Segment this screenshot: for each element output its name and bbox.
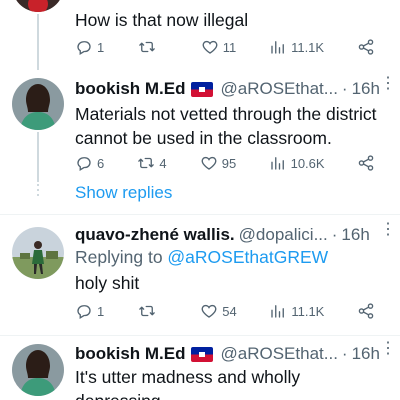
views-icon — [271, 305, 285, 318]
like-count: 11 — [222, 39, 237, 55]
tweet-2[interactable]: quavo-zhené wallis. @dopalici... · 16h ⋮… — [0, 215, 400, 335]
more-icon[interactable]: ⋮ — [380, 222, 396, 238]
username[interactable]: @aROSEthat... — [221, 79, 338, 99]
tweet-actions: 6 4 95 10.6K — [75, 152, 387, 174]
tweet-actions: 1 54 11.1K — [75, 300, 387, 322]
tweet-header: quavo-zhené wallis. @dopalici... · 16h — [75, 224, 386, 246]
timestamp[interactable]: 16h — [352, 79, 380, 99]
display-name[interactable]: quavo-zhené wallis. — [75, 225, 235, 245]
avatar[interactable] — [12, 78, 64, 130]
avatar[interactable] — [12, 227, 64, 279]
reply-icon — [77, 305, 91, 319]
reply-count: 1 — [97, 303, 105, 319]
haiti-flag-icon — [190, 346, 213, 362]
share-icon — [358, 303, 374, 319]
replying-to-handle[interactable]: @aROSEthatGREW — [167, 247, 328, 267]
like-button[interactable]: 11 — [201, 38, 237, 56]
views-icon — [270, 157, 284, 170]
haiti-flag-icon — [190, 81, 213, 97]
reply-count: 1 — [97, 39, 105, 55]
separator-dot: · — [341, 344, 348, 363]
display-name[interactable]: bookish M.Ed — [75, 79, 186, 99]
share-icon — [358, 155, 374, 171]
like-button[interactable]: 95 — [200, 154, 236, 172]
thread-line — [37, 14, 39, 70]
share-button[interactable] — [357, 154, 387, 172]
like-icon — [201, 304, 217, 318]
username[interactable]: @aROSEthat... — [221, 344, 338, 364]
retweet-icon — [138, 305, 155, 317]
reply-button[interactable]: 1 — [75, 302, 105, 320]
tweet-text: Materials not vetted through the distric… — [75, 104, 377, 148]
tweet-1[interactable]: bookish M.Ed @aROSEthat... · 16h ⋮ Mater… — [0, 70, 400, 210]
more-icon[interactable]: ⋮ — [380, 76, 396, 92]
tweet-header: bookish M.Ed @aROSEthat... · 16h — [75, 343, 386, 365]
replying-to: Replying to @aROSEthatGREW — [75, 247, 328, 268]
show-replies-link[interactable]: Show replies — [75, 183, 172, 203]
retweet-icon — [139, 41, 155, 53]
views-count: 10.6K — [290, 155, 325, 171]
reply-button[interactable]: 1 — [75, 38, 105, 56]
tweet-text: How is that now illegal — [75, 10, 249, 30]
retweet-icon — [138, 157, 155, 169]
like-icon — [202, 40, 218, 54]
tweet-text: It's utter madness and wholly depressing — [75, 367, 301, 400]
display-name[interactable]: bookish M.Ed — [75, 344, 186, 364]
tweet-3[interactable]: bookish M.Ed @aROSEthat... · 16h ⋮ It's … — [0, 336, 400, 400]
avatar[interactable] — [12, 344, 64, 396]
like-icon — [201, 156, 217, 170]
reply-count: 6 — [97, 155, 105, 171]
timestamp[interactable]: 16h — [352, 344, 380, 364]
views-count: 11.1K — [291, 39, 325, 55]
share-button[interactable] — [357, 302, 387, 320]
separator-dot: · — [331, 225, 338, 244]
reply-icon — [77, 41, 91, 55]
avatar[interactable] — [12, 0, 64, 12]
retweet-button[interactable] — [138, 38, 168, 56]
username[interactable]: @dopalici... — [239, 225, 328, 245]
timestamp[interactable]: 16h — [341, 225, 369, 245]
views-icon — [271, 41, 285, 54]
views-count: 11.1K — [291, 303, 325, 319]
tweet-0[interactable]: How is that now illegal 1 11 11.1K — [0, 0, 400, 70]
tweet-text: holy shit — [75, 273, 140, 293]
like-count: 54 — [222, 303, 237, 319]
reply-button[interactable]: 6 — [75, 154, 105, 172]
tweet-header: bookish M.Ed @aROSEthat... · 16h — [75, 78, 386, 100]
views-button[interactable]: 11.1K — [269, 38, 324, 56]
views-button[interactable]: 10.6K — [269, 154, 325, 172]
reply-icon — [77, 157, 91, 171]
share-icon — [358, 39, 374, 55]
replying-to-prefix: Replying to — [75, 247, 168, 267]
retweet-count: 4 — [159, 155, 167, 171]
tweet-actions: 1 11 11.1K — [75, 36, 387, 58]
like-button[interactable]: 54 — [200, 302, 237, 320]
retweet-button[interactable]: 4 — [137, 154, 167, 172]
thread-line — [37, 132, 39, 182]
views-button[interactable]: 11.1K — [269, 302, 324, 320]
retweet-button[interactable] — [138, 302, 168, 320]
more-icon[interactable]: ⋮ — [380, 341, 396, 357]
thread-dots — [37, 184, 39, 199]
like-count: 95 — [221, 155, 237, 171]
share-button[interactable] — [357, 38, 387, 56]
separator-dot: · — [341, 79, 348, 98]
